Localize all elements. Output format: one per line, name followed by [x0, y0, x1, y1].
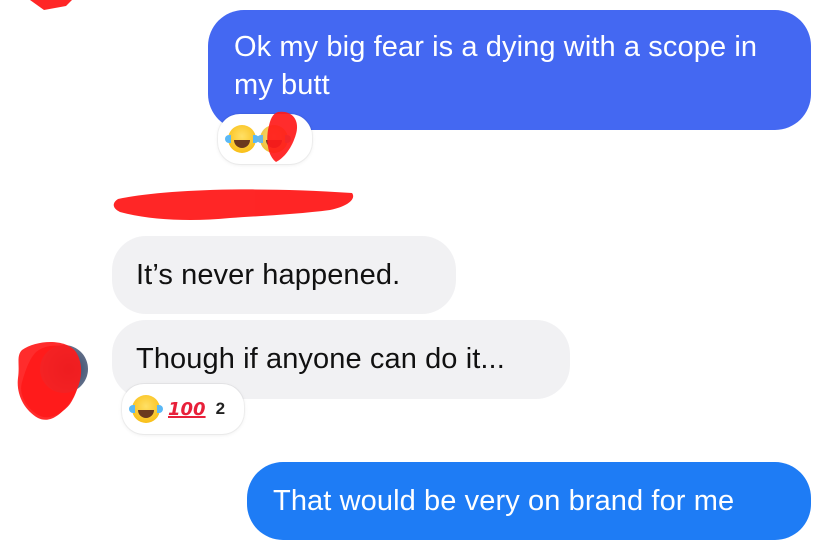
message-reaction[interactable]: 100 2	[122, 384, 244, 434]
joy-emoji-icon	[129, 395, 163, 423]
outgoing-message-bubble[interactable]: That would be very on brand for me	[247, 462, 811, 540]
redaction-mark-name	[113, 189, 354, 220]
message-text: Though if anyone can do it...	[136, 343, 505, 375]
message-text: It’s never happened.	[136, 259, 401, 291]
message-text: Ok my big fear is a dying with a scope i…	[234, 31, 758, 101]
outgoing-message-bubble[interactable]: Ok my big fear is a dying with a scope i…	[208, 10, 811, 130]
reaction-count: 2	[215, 399, 226, 418]
redaction-mark-top-left	[30, 0, 72, 10]
hundred-points-emoji-icon: 100	[168, 398, 206, 420]
joy-emoji-icon	[257, 125, 291, 153]
incoming-message-bubble[interactable]: It’s never happened.	[112, 236, 456, 314]
message-reaction[interactable]	[218, 114, 312, 164]
message-text: That would be very on brand for me	[273, 485, 735, 517]
joy-emoji-icon	[225, 125, 259, 153]
avatar[interactable]	[40, 345, 88, 393]
